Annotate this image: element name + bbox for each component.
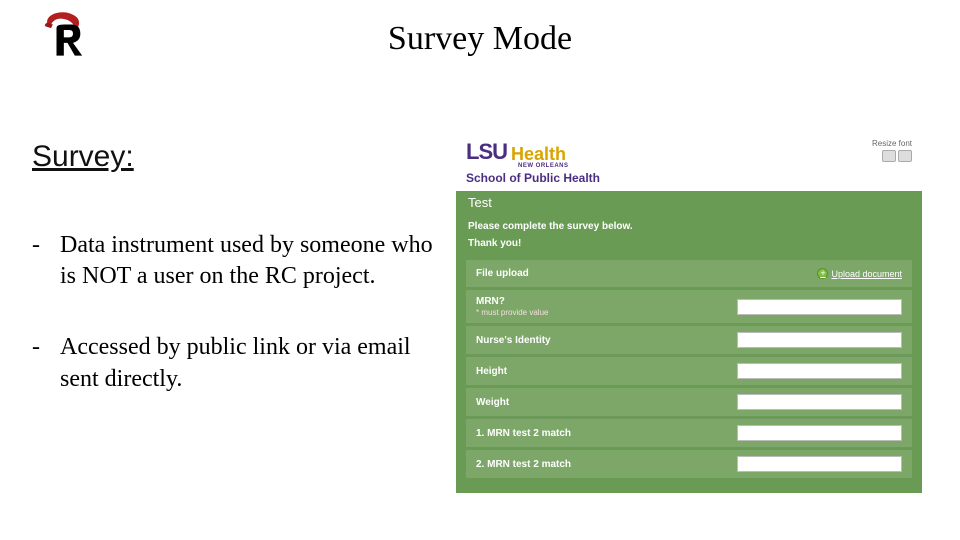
survey-screenshot: LSU Health NEW ORLEANS School of Public … (456, 133, 922, 493)
height-input[interactable] (737, 363, 902, 379)
bullet-text: Data instrument used by someone who is N… (60, 230, 452, 292)
lsu-new-orleans: NEW ORLEANS (518, 163, 569, 169)
resize-font-label: Resize font (872, 139, 912, 148)
field-weight: Weight (466, 387, 912, 416)
field-label: 1. MRN test 2 match (476, 428, 732, 439)
survey-prompt: Please complete the survey below. (456, 213, 922, 238)
section-heading: Survey: (32, 140, 134, 174)
field-required: * must provide value (476, 308, 732, 317)
field-mrn-test-1: 1. MRN test 2 match (466, 418, 912, 447)
upload-link-text: Upload document (831, 269, 902, 279)
field-label: Nurse's Identity (476, 335, 732, 346)
mrn-test-2-input[interactable] (737, 456, 902, 472)
bullet-text: Accessed by public link or via email sen… (60, 332, 452, 394)
survey-thanks: Thank you! (456, 238, 922, 259)
lsu-logo-text: LSU (466, 139, 507, 165)
lsu-brand: LSU Health NEW ORLEANS School of Public … (466, 139, 600, 185)
lsu-school: School of Public Health (466, 171, 600, 185)
field-file-upload: File upload + Upload document (466, 259, 912, 287)
nurse-identity-input[interactable] (737, 332, 902, 348)
lsu-health-text: Health (511, 144, 566, 165)
field-height: Height (466, 356, 912, 385)
field-mrn: MRN? * must provide value (466, 289, 912, 323)
field-label: 2. MRN test 2 match (476, 459, 732, 470)
field-label: Height (476, 366, 732, 377)
mrn-test-1-input[interactable] (737, 425, 902, 441)
field-label: File upload (476, 268, 732, 279)
field-mrn-test-2: 2. MRN test 2 match (466, 449, 912, 478)
field-nurse-identity: Nurse's Identity (466, 325, 912, 354)
font-decrease-button[interactable] (882, 150, 896, 162)
mrn-input[interactable] (737, 299, 902, 315)
upload-add-icon: + (817, 268, 828, 279)
field-label: MRN? (476, 296, 732, 307)
bullet-item: - Data instrument used by someone who is… (32, 230, 452, 292)
survey-fields: File upload + Upload document MRN? * mus… (456, 259, 922, 478)
field-label: Weight (476, 397, 732, 408)
survey-title: Test (456, 191, 922, 213)
resize-font-area: Resize font (872, 139, 912, 162)
slide-title: Survey Mode (0, 20, 960, 58)
font-increase-button[interactable] (898, 150, 912, 162)
upload-document-link[interactable]: + Upload document (817, 268, 902, 279)
bullet-list: - Data instrument used by someone who is… (32, 230, 452, 435)
weight-input[interactable] (737, 394, 902, 410)
bullet-item: - Accessed by public link or via email s… (32, 332, 452, 394)
survey-header: LSU Health NEW ORLEANS School of Public … (456, 133, 922, 191)
